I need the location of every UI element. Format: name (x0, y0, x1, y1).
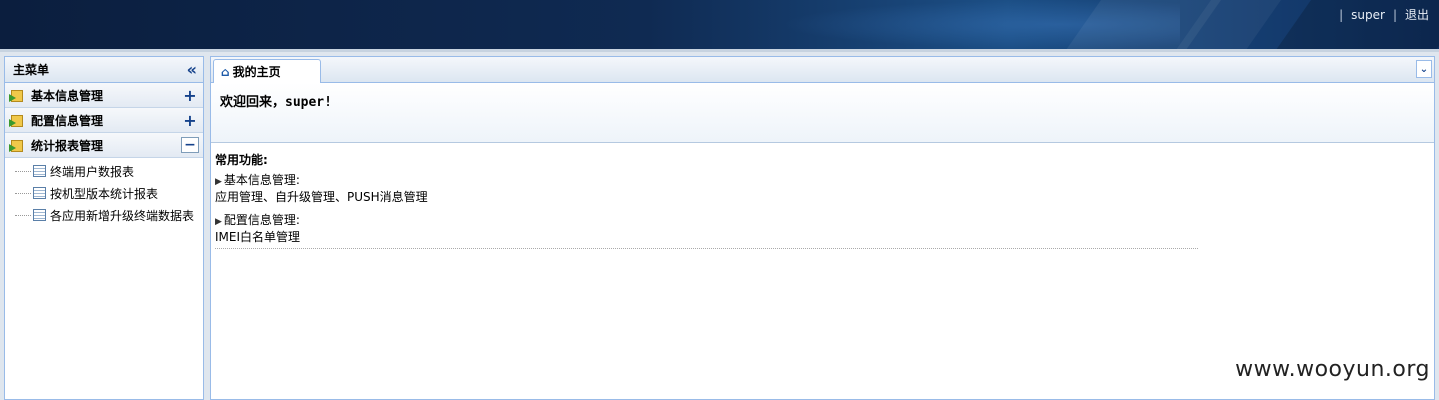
separator: | (1339, 7, 1344, 22)
menu-group-basic-info[interactable]: 基本信息管理 + (5, 83, 203, 108)
menu-group-label: 基本信息管理 (31, 88, 104, 103)
menu-group-label: 统计报表管理 (31, 138, 104, 153)
section-basic-info: ▶ 基本信息管理: (215, 171, 1430, 188)
sidebar: 主菜单 « 基本信息管理 + 配置信息管理 + 统计报表管理 − 终端用户数报表… (4, 56, 204, 400)
collapse-icon[interactable]: − (181, 137, 199, 153)
triangle-right-icon: ▶ (215, 217, 222, 227)
expand-icon[interactable]: + (181, 111, 199, 130)
username-link[interactable]: super (1351, 8, 1385, 22)
common-functions: 常用功能: ▶ 基本信息管理: 应用管理、自升级管理、PUSH消息管理 ▶ 配置信息… (211, 143, 1434, 257)
table-icon (33, 165, 46, 177)
welcome-banner: 欢迎回来，super! (211, 83, 1434, 143)
main-panel: ⌂ 我的主页 ⌄ 欢迎回来，super! 常用功能: ▶ 基本信息管理: 应用管理… (210, 56, 1435, 400)
expand-icon[interactable]: + (181, 86, 199, 105)
tab-menu-chevron-icon[interactable]: ⌄ (1416, 60, 1432, 78)
menu-item-terminal-users-report[interactable]: 终端用户数报表 (5, 160, 203, 182)
logout-link[interactable]: 退出 (1405, 6, 1429, 23)
sidebar-title-bar: 主菜单 « (5, 57, 203, 83)
home-icon: ⌂ (221, 64, 230, 79)
tab-bar: ⌂ 我的主页 ⌄ (211, 57, 1434, 83)
section-links[interactable]: IMEI白名单管理 (215, 228, 1430, 245)
menu-group-config-info[interactable]: 配置信息管理 + (5, 108, 203, 133)
folder-arrow-icon (9, 112, 27, 128)
menu-item-label: 按机型版本统计报表 (50, 186, 159, 201)
user-links: | super | 退出 (1339, 6, 1429, 23)
menu-item-model-version-report[interactable]: 按机型版本统计报表 (5, 182, 203, 204)
top-banner: | super | 退出 (0, 0, 1439, 49)
menu-item-app-upgrade-report[interactable]: 各应用新增升级终端数据表 (5, 204, 203, 226)
tree-line (15, 214, 31, 216)
watermark: www.wooyun.org (1235, 357, 1430, 382)
tree-line (15, 192, 31, 194)
banner-divider (0, 49, 1439, 52)
tree-line (15, 170, 31, 172)
section-title: 配置信息管理: (223, 213, 300, 227)
separator: | (1392, 7, 1397, 22)
dotted-divider (215, 248, 1198, 249)
menu-item-label: 终端用户数报表 (50, 164, 135, 179)
menu-group-label: 配置信息管理 (31, 113, 104, 128)
section-title: 基本信息管理: (223, 173, 300, 187)
menu-group-reports[interactable]: 统计报表管理 − (5, 133, 203, 158)
report-submenu: 终端用户数报表 按机型版本统计报表 各应用新增升级终端数据表 (5, 158, 203, 226)
menu-item-label: 各应用新增升级终端数据表 (50, 208, 195, 223)
sidebar-title: 主菜单 (13, 63, 50, 77)
folder-arrow-icon (9, 87, 27, 103)
triangle-right-icon: ▶ (215, 177, 222, 187)
tab-label: 我的主页 (232, 65, 281, 79)
section-config-info: ▶ 配置信息管理: (215, 211, 1430, 228)
tab-home[interactable]: ⌂ 我的主页 (213, 59, 321, 83)
folder-arrow-icon (9, 137, 27, 153)
table-icon (33, 187, 46, 199)
welcome-message: 欢迎回来，super! (220, 95, 332, 110)
common-functions-title: 常用功能: (215, 153, 268, 167)
table-icon (33, 209, 46, 221)
section-links[interactable]: 应用管理、自升级管理、PUSH消息管理 (215, 188, 1430, 205)
collapse-sidebar-icon[interactable]: « (187, 61, 197, 78)
